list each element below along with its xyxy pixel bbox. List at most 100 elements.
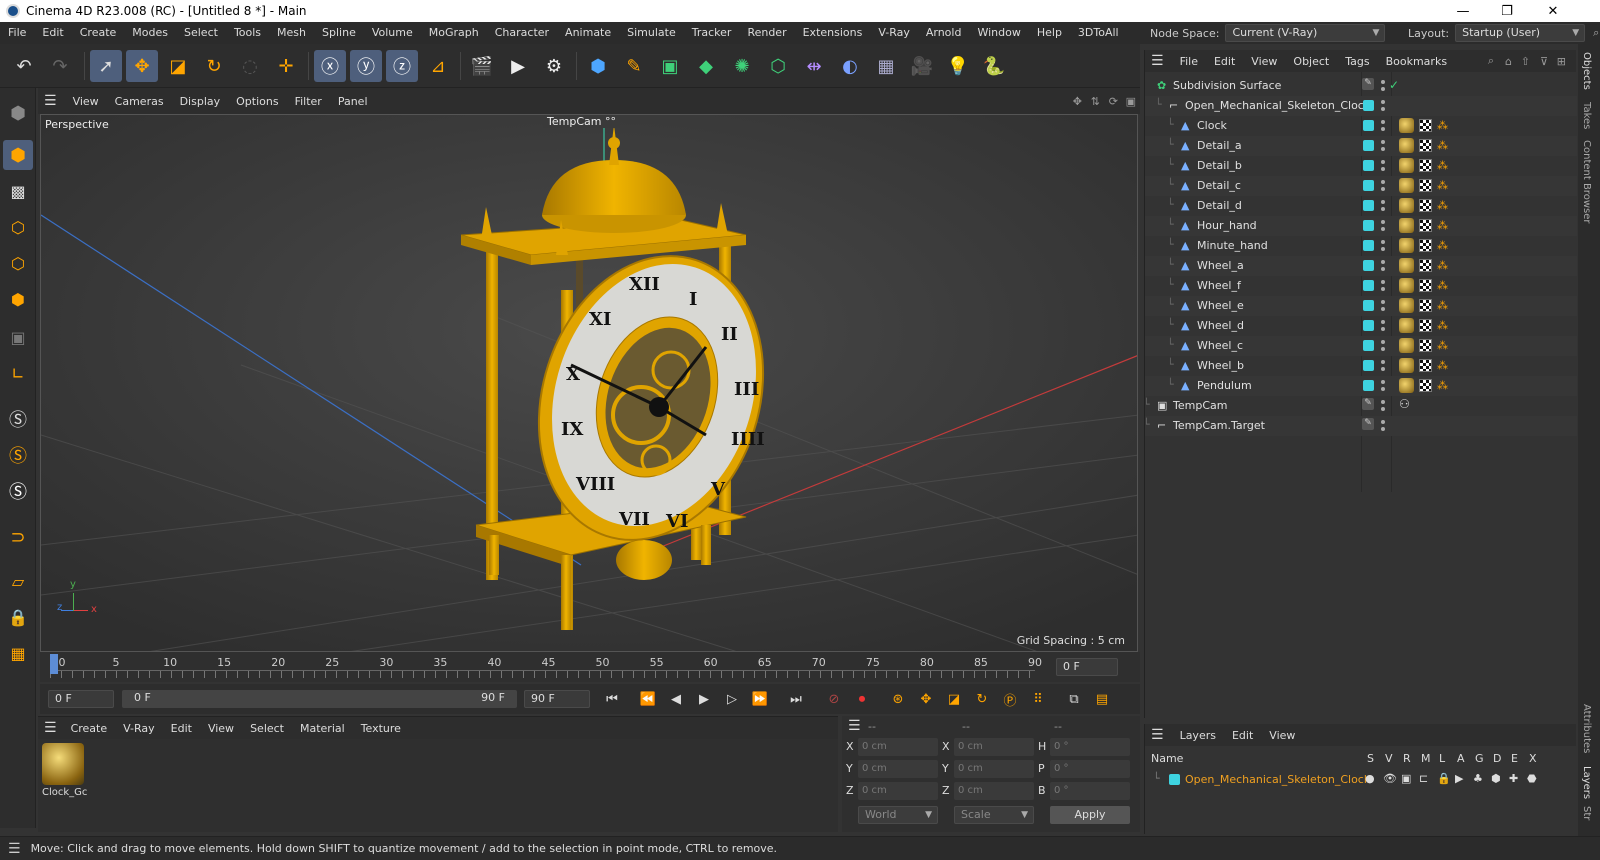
rotate-icon[interactable]: ↻: [198, 50, 230, 82]
layer-menu-view[interactable]: View: [1261, 729, 1303, 742]
material-menu-select[interactable]: Select: [242, 722, 292, 735]
menu-render[interactable]: Render: [739, 22, 794, 44]
material-tag-icon[interactable]: [1399, 298, 1414, 313]
phong-tag-icon[interactable]: ⁂: [1437, 139, 1449, 152]
visibility-dots-icon[interactable]: [1381, 319, 1385, 333]
phong-tag-icon[interactable]: ⁂: [1437, 279, 1449, 292]
texture-mode-icon[interactable]: ▩: [3, 176, 33, 206]
layer-color-swatch[interactable]: [1363, 360, 1374, 371]
menu-tools[interactable]: Tools: [226, 22, 269, 44]
viewport-menu-options[interactable]: Options: [228, 95, 286, 108]
layer-column-g[interactable]: G: [1475, 752, 1484, 765]
tab-layers[interactable]: Layers: [1581, 766, 1592, 799]
python-icon[interactable]: 🐍: [978, 50, 1010, 82]
key-parameter-icon[interactable]: Ⓟ: [998, 688, 1022, 710]
layer-color-swatch[interactable]: [1363, 380, 1374, 391]
layer-menu-edit[interactable]: Edit: [1224, 729, 1261, 742]
timeline-playhead[interactable]: [50, 654, 58, 674]
restore-button[interactable]: ❐: [1484, 0, 1530, 22]
uvw-tag-icon[interactable]: [1419, 279, 1432, 292]
phong-tag-icon[interactable]: ⁂: [1437, 359, 1449, 372]
key-pla-icon[interactable]: ⠿: [1026, 688, 1050, 710]
object-row-wheel-e[interactable]: └ ▲ Wheel_e ⁂: [1145, 296, 1577, 316]
uvw-tag-icon[interactable]: [1419, 379, 1432, 392]
object-row-detail-c[interactable]: └ ▲ Detail_c ⁂: [1145, 176, 1577, 196]
key-scale-icon[interactable]: ◪: [942, 688, 966, 710]
points-mode-icon[interactable]: ⬡: [3, 212, 33, 242]
viewport-menu-display[interactable]: Display: [172, 95, 229, 108]
visibility-dots-icon[interactable]: [1381, 179, 1385, 193]
object-row-wheel-d[interactable]: └ ▲ Wheel_d ⁂: [1145, 316, 1577, 336]
visibility-dots-icon[interactable]: [1381, 399, 1385, 413]
viewport-menu-view[interactable]: View: [65, 95, 107, 108]
render-picture-viewer-icon[interactable]: ▶: [502, 50, 534, 82]
pos-x-field[interactable]: 0 cm: [858, 738, 938, 756]
coord-space-dropdown[interactable]: World ▼: [858, 806, 938, 824]
object-row-wheel-a[interactable]: └ ▲ Wheel_a ⁂: [1145, 256, 1577, 276]
layer-color-swatch[interactable]: [1169, 774, 1180, 785]
layer-toggle-e-icon[interactable]: ✚: [1509, 772, 1518, 785]
home-icon[interactable]: ⌂: [1505, 55, 1512, 68]
layer-column-v[interactable]: V: [1385, 752, 1393, 765]
apply-button[interactable]: Apply: [1050, 806, 1130, 824]
material-menu-edit[interactable]: Edit: [163, 722, 200, 735]
menu-help[interactable]: Help: [1029, 22, 1070, 44]
floor-icon[interactable]: ▦: [870, 50, 902, 82]
object-row-wheel-f[interactable]: └ ▲ Wheel_f ⁂: [1145, 276, 1577, 296]
object-menu-tags[interactable]: Tags: [1337, 55, 1377, 68]
uvw-tag-icon[interactable]: [1419, 219, 1432, 232]
layer-toggle-m-icon[interactable]: ⊏: [1419, 772, 1428, 785]
add-tool-icon[interactable]: ✛: [270, 50, 302, 82]
visibility-dots-icon[interactable]: [1381, 79, 1385, 93]
make-editable-icon[interactable]: ⬢: [3, 98, 33, 128]
phong-tag-icon[interactable]: ⁂: [1437, 119, 1449, 132]
visibility-dots-icon[interactable]: [1381, 279, 1385, 293]
object-row-minute-hand[interactable]: └ ▲ Minute_hand ⁂: [1145, 236, 1577, 256]
axis-mode-icon[interactable]: ∟: [3, 358, 33, 388]
phong-tag-icon[interactable]: ⁂: [1437, 379, 1449, 392]
layer-menu-layers[interactable]: Layers: [1172, 729, 1224, 742]
auto-key-icon[interactable]: ⏺: [850, 688, 874, 710]
enabled-check-icon[interactable]: ✓: [1389, 78, 1399, 92]
model-mode-icon[interactable]: ⬢: [3, 140, 33, 170]
phong-tag-icon[interactable]: ⁂: [1437, 299, 1449, 312]
uvw-tag-icon[interactable]: [1419, 239, 1432, 252]
menu-window[interactable]: Window: [969, 22, 1028, 44]
material-tag-icon[interactable]: [1399, 218, 1414, 233]
object-menu-edit[interactable]: Edit: [1206, 55, 1243, 68]
phong-tag-icon[interactable]: ⁂: [1437, 179, 1449, 192]
viewport-menu-filter[interactable]: Filter: [287, 95, 330, 108]
visibility-dots-icon[interactable]: [1381, 139, 1385, 153]
edges-mode-icon[interactable]: ⬡: [3, 248, 33, 278]
workplane-icon[interactable]: ▱: [3, 566, 33, 596]
viewport-menu-panel[interactable]: Panel: [330, 95, 376, 108]
perspective-viewport[interactable]: XII I II III IIII V VI VII VIII IX X XI Perspect…: [40, 114, 1138, 652]
tab-objects[interactable]: Objects: [1581, 52, 1592, 90]
material-menu-view[interactable]: View: [200, 722, 242, 735]
timeline-ruler[interactable]: 0 5 10 15 20 25 30 35 40 45 50 55 60 65 70 75 80 85 90 0 F: [40, 652, 1140, 682]
tab-attributes[interactable]: Attributes: [1581, 704, 1592, 753]
layer-column-m[interactable]: M: [1421, 752, 1431, 765]
go-to-start-icon[interactable]: ⏮: [600, 688, 624, 710]
layout-dropdown[interactable]: Startup (User) ▼: [1455, 24, 1586, 42]
layer-toggle-x-icon[interactable]: ⬣: [1527, 772, 1537, 785]
object-row-open-mechanical-skeleton-clock[interactable]: └ ⌐ Open_Mechanical_Skeleton_Clock: [1145, 96, 1577, 116]
layer-column-e[interactable]: E: [1511, 752, 1518, 765]
layer-toggle-a-icon[interactable]: ▶: [1455, 772, 1463, 785]
hamburger-icon[interactable]: ☰: [848, 718, 861, 734]
layer-color-swatch[interactable]: [1363, 220, 1374, 231]
material-tag-icon[interactable]: [1399, 378, 1414, 393]
node-space-dropdown[interactable]: Current (V-Ray) ▼: [1225, 24, 1386, 42]
search-icon[interactable]: ⌕: [1593, 26, 1599, 40]
end-frame-field[interactable]: 90 F: [524, 690, 590, 708]
material-menu-create[interactable]: Create: [63, 722, 116, 735]
maximize-view-icon[interactable]: ▣: [1126, 95, 1136, 108]
phong-tag-icon[interactable]: ⁂: [1437, 319, 1449, 332]
filter-icon[interactable]: ⊽: [1540, 55, 1548, 68]
menu-mesh[interactable]: Mesh: [269, 22, 314, 44]
pan-icon[interactable]: ✥: [1073, 95, 1082, 108]
layer-row[interactable]: └ Open_Mechanical_Skeleton_Clock ● 👁 ▣ ⊏ 🔒 ▶ ♣…: [1145, 770, 1577, 790]
uvw-tag-icon[interactable]: [1419, 119, 1432, 132]
move-icon[interactable]: ✥: [126, 50, 158, 82]
material-tag-icon[interactable]: [1399, 338, 1414, 353]
